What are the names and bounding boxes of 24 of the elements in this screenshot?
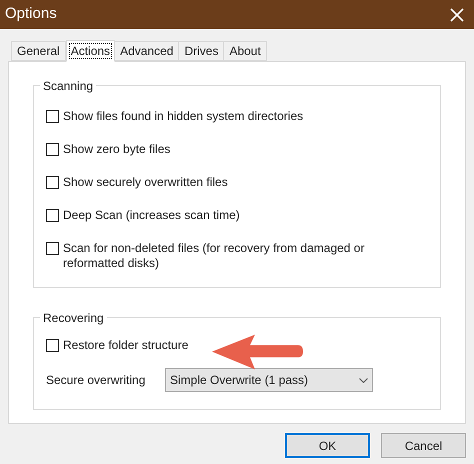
option-label: Scan for non-deleted files (for recovery from damaged or reformatted disks): [63, 241, 366, 271]
dialog-button[interactable]: Cancel: [381, 433, 466, 458]
dialog-button[interactable]: OK: [285, 433, 370, 458]
checkbox[interactable]: [46, 339, 59, 352]
overwrite-dropdown[interactable]: Simple Overwrite (1 pass): [165, 368, 373, 392]
close-icon[interactable]: [450, 8, 464, 22]
checkbox[interactable]: [46, 143, 59, 156]
option-label: Show files found in hidden system directories: [63, 109, 304, 124]
chevron-down-icon: [359, 378, 368, 382]
tab[interactable]: Drives: [178, 41, 224, 61]
tab[interactable]: About: [223, 41, 267, 61]
tab[interactable]: Advanced: [114, 41, 180, 61]
option-label: Restore folder structure: [63, 338, 190, 353]
option-label: Show zero byte files: [63, 142, 172, 157]
checkbox[interactable]: [46, 242, 59, 255]
tab[interactable]: General: [11, 41, 66, 61]
tab[interactable]: Actions: [66, 40, 116, 62]
checkbox[interactable]: [46, 209, 59, 222]
window-title: Options: [5, 4, 57, 24]
checkbox[interactable]: [46, 110, 59, 123]
option-label: Show securely overwritten files: [63, 175, 229, 190]
checkbox[interactable]: [46, 176, 59, 189]
option-label: Deep Scan (increases scan time): [63, 208, 241, 223]
field-label: Secure overwriting: [46, 372, 146, 389]
